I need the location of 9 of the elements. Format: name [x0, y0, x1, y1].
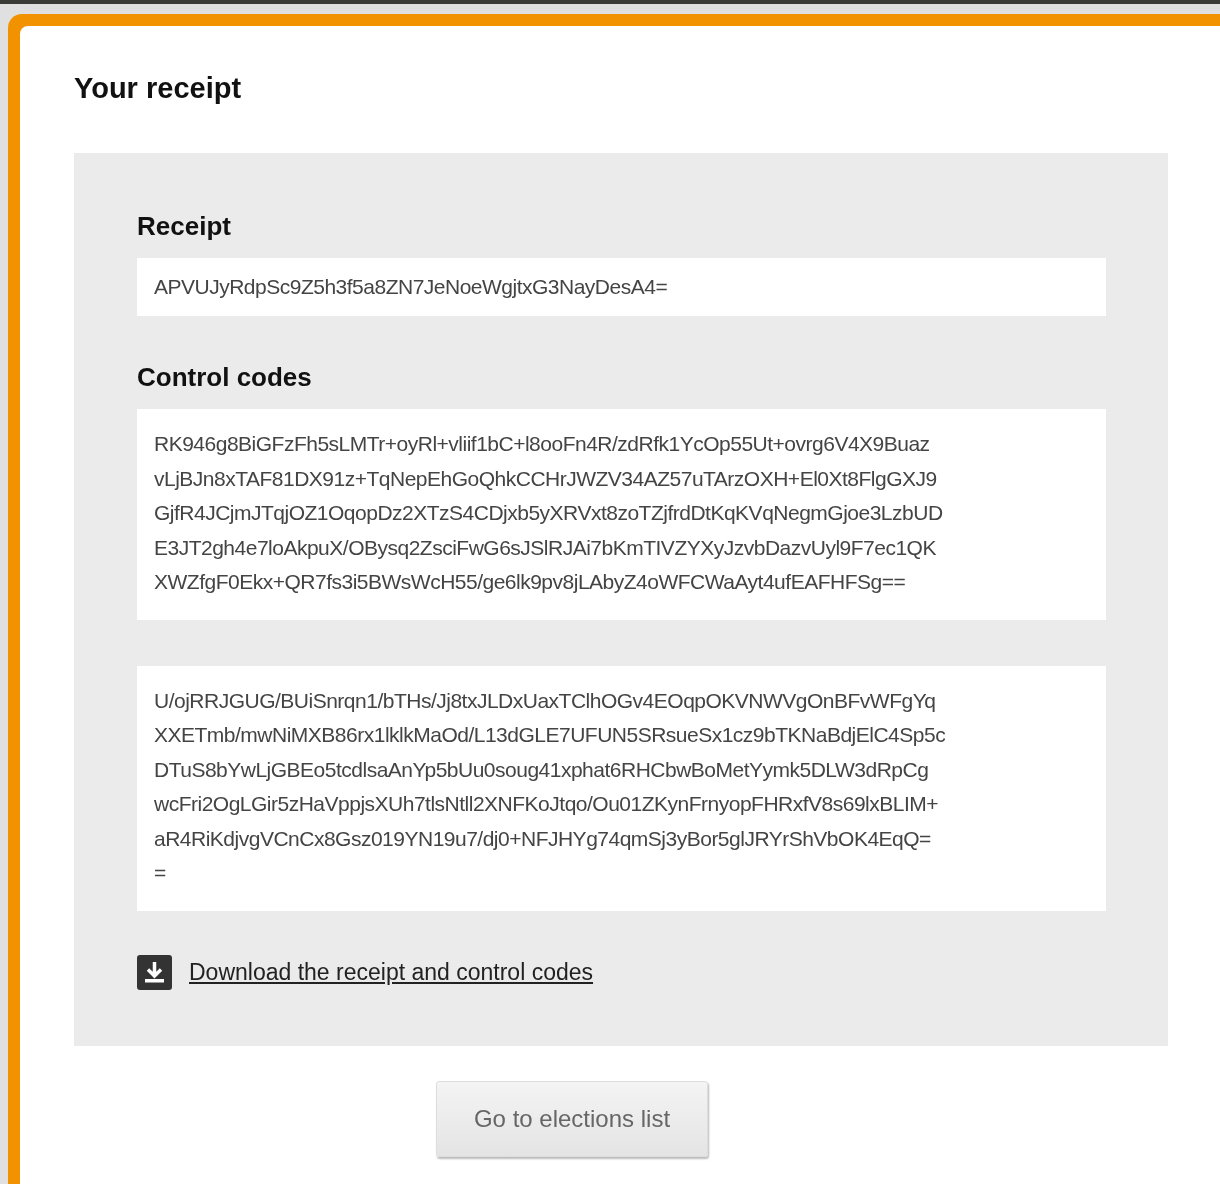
receipt-label: Receipt	[137, 211, 232, 242]
page-title: Your receipt	[74, 72, 243, 105]
control-codes-label: Control codes	[137, 362, 313, 393]
control-code-field: RK946g8BiGFzFh5sLMTr+oyRl+vliif1bC+l8ooFn4R/zdRfk1YcOp55Ut+ovrg6V4X9Buaz vLjBJn8xTAF81DX91z+TqNepEhGoQhkCCHrJWZV34AZ57uTArzOXH+El0Xt8FlgGXJ9 GjfR4JCjmJTqjOZ1OqopDz2XTzS4CDjxb5yXRVxt8zoTZjfrdDtKqKVqNegmGjoe3LzbUD E3JT2gh4e7loAkpuX/OBysq2ZsciFwG6sJSlRJAi7bKmTIVZYXyJzvbDazvUyl9F7ec1QK XWZfgF0Ekx+QR7fs3i5BWsWcH55/ge6lk9pv8jLAbyZ4oWFCWaAyt4ufEAFHFSg==	[137, 409, 1106, 620]
download-link[interactable]: Download the receipt and control codes	[189, 958, 594, 986]
control-code-field: U/ojRRJGUG/BUiSnrqn1/bTHs/Jj8txJLDxUaxTClhOGv4EOqpOKVNWVgOnBFvWFgYq XXETmb/mwNiMXB86rx1lklkMaOd/L13dGLE7UFUN5SRsueSx1cz9bTKNaBdjElC4Sp5c DTuS8bYwLjGBEo5tcdlsaAnYp5bUu0soug41xphat6RHCbwBoMetYymk5DLW3dRpCg wcFri2OgLGir5zHaVppjsXUh7tlsNtll2XNFKoJtqo/Ou01ZKynFrnyopFHRxfV8s69lxBLIM+ aR4RiKdjvgVCnCx8Gsz019YN19u7/dj0+NFJHYg74qmSj3yBor5glJRYrShVbOK4EqQ= =	[137, 665, 1106, 911]
receipt-field: APVUJyRdpSc9Z5h3f5a8ZN7JeNoeWgjtxG3NayDesA4=	[137, 258, 1106, 316]
elections-list-button[interactable]: Go to elections list	[436, 1080, 708, 1157]
download-icon[interactable]	[137, 954, 172, 990]
